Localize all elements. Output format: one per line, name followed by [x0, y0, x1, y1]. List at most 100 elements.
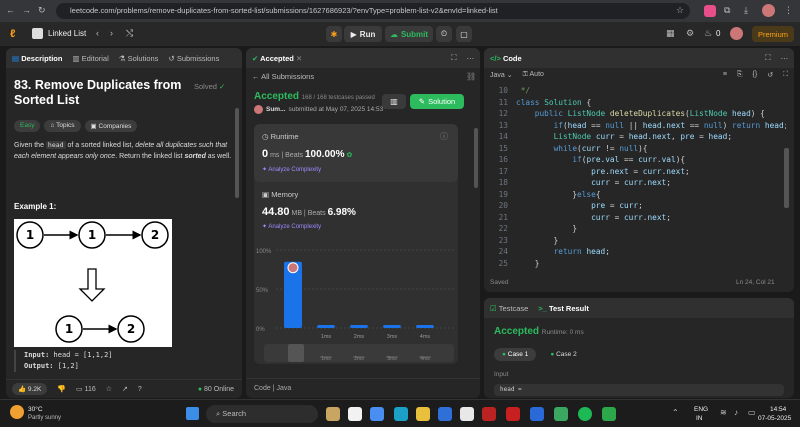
more-icon[interactable]: ⋯: [781, 54, 789, 63]
star-icon[interactable]: ☆: [676, 5, 684, 16]
tab-editorial[interactable]: ▥ Editorial: [72, 54, 108, 63]
code-line[interactable]: 25 }: [488, 258, 786, 270]
extension-icon[interactable]: [704, 5, 716, 17]
language-indicator[interactable]: ENG: [694, 406, 708, 413]
clock-time[interactable]: 14:54: [770, 406, 786, 413]
share-icon[interactable]: ↗: [122, 385, 128, 393]
all-submissions-link[interactable]: ← All Submissions: [252, 72, 314, 81]
editor-scrollbar[interactable]: [784, 148, 789, 208]
wifi-icon[interactable]: ≋: [720, 408, 727, 417]
chrome-icon[interactable]: [460, 407, 474, 421]
app-icon-5[interactable]: [506, 407, 520, 421]
tab-submissions[interactable]: ↺ Submissions: [168, 54, 219, 63]
like-button[interactable]: 👍 9.2K: [12, 383, 48, 395]
store-icon[interactable]: [438, 407, 452, 421]
debug-button[interactable]: ✱: [326, 26, 342, 42]
expand-icon[interactable]: ⛶: [451, 53, 456, 63]
code-line[interactable]: 21 curr = curr.next;: [488, 212, 786, 224]
code-line[interactable]: 23 }: [488, 235, 786, 247]
code-line[interactable]: 14 ListNode curr = head.next, pre = head…: [488, 131, 786, 143]
submission-scrollbar[interactable]: [474, 128, 478, 188]
profile-avatar[interactable]: [762, 4, 775, 17]
weather-icon[interactable]: [10, 405, 24, 419]
tray-chevron-icon[interactable]: ⌃: [672, 408, 679, 417]
star-icon[interactable]: ☆: [106, 385, 112, 393]
solution-button[interactable]: ✎ Solution: [410, 94, 464, 109]
next-problem-icon[interactable]: ›: [110, 28, 113, 38]
dislike-icon[interactable]: 👎: [57, 385, 66, 393]
settings-icon[interactable]: ⚙: [686, 28, 694, 39]
app-icon-8[interactable]: [602, 407, 616, 421]
prev-problem-icon[interactable]: ‹: [96, 28, 99, 38]
notes-button[interactable]: ▢: [456, 26, 472, 42]
tab-description[interactable]: ▤ Description: [12, 54, 62, 63]
reset-icon[interactable]: ↺: [767, 71, 773, 79]
app-icon-6[interactable]: [530, 407, 544, 421]
edge-icon[interactable]: [394, 407, 408, 421]
expand-icon[interactable]: ⛶: [765, 53, 770, 63]
analyze-memory-link[interactable]: ✦ Analyze Complexity: [262, 223, 321, 230]
taskbar-search[interactable]: ⌕ Search: [206, 405, 318, 423]
tab-code[interactable]: </> Code: [490, 54, 522, 63]
app-icon-1[interactable]: [326, 407, 340, 421]
case-2-tab[interactable]: ● Case 2: [542, 348, 584, 361]
forward-icon[interactable]: →: [22, 5, 31, 15]
code-line[interactable]: 16 if(pre.val == curr.val){: [488, 154, 786, 166]
companies-tag[interactable]: ▣ Companies: [84, 120, 138, 132]
more-icon[interactable]: ⋯: [467, 54, 475, 63]
menu-icon[interactable]: ⋮: [784, 5, 793, 16]
puzzle-icon[interactable]: ⧉: [724, 5, 730, 16]
case-1-tab[interactable]: ● Case 1: [494, 348, 537, 361]
tab-solutions[interactable]: ⚗ Solutions: [119, 54, 159, 63]
leetcode-logo-icon[interactable]: ℓ: [10, 28, 15, 40]
code-editor[interactable]: 10 */11 class Solution {12 public ListNod…: [488, 85, 786, 271]
link-icon[interactable]: ⛓: [466, 72, 476, 81]
download-icon[interactable]: ⤓: [744, 5, 748, 16]
difficulty-tag[interactable]: Easy: [14, 120, 41, 132]
app-icon-3[interactable]: [370, 407, 384, 421]
comments-button[interactable]: ▭ 116: [76, 385, 96, 393]
code-line[interactable]: 22 }: [488, 223, 786, 235]
problem-list-link[interactable]: Linked List: [48, 29, 86, 38]
spotify-icon[interactable]: [578, 407, 592, 421]
code-line[interactable]: 15 while(curr != null){: [488, 143, 786, 155]
address-bar[interactable]: leetcode.com/problems/remove-duplicates-…: [56, 3, 690, 19]
timer-button[interactable]: ⏲: [436, 26, 452, 42]
file-explorer-icon[interactable]: [416, 407, 430, 421]
code-line[interactable]: 13 if(head == null || head.next == null)…: [488, 120, 786, 132]
format-icon[interactable]: ≡: [723, 71, 727, 79]
code-line[interactable]: 19 }else{: [488, 189, 786, 201]
code-line[interactable]: 17 pre.next = curr.next;: [488, 166, 786, 178]
volume-icon[interactable]: ♪: [734, 408, 738, 417]
reload-icon[interactable]: ↻: [38, 5, 46, 16]
code-line[interactable]: 12 public ListNode deleteDuplicates(List…: [488, 108, 786, 120]
app-icon-7[interactable]: [554, 407, 568, 421]
code-line[interactable]: 20 pre = curr;: [488, 200, 786, 212]
runtime-card[interactable]: ◷ Runtime ⓘ 0 ms | Beats 100.00% ✿ ✦ Ana…: [254, 124, 458, 182]
analyze-runtime-link[interactable]: ✦ Analyze Complexity: [262, 166, 321, 173]
tab-accepted[interactable]: ✔ Accepted ✕: [252, 54, 302, 63]
language-select[interactable]: Java ⌄: [490, 71, 513, 79]
submit-button[interactable]: ☁ Submit: [385, 26, 433, 42]
battery-icon[interactable]: ▭: [748, 408, 756, 417]
info-icon[interactable]: ⓘ: [440, 131, 448, 142]
help-icon[interactable]: ?: [138, 386, 142, 393]
description-scrollbar[interactable]: [235, 108, 239, 198]
code-line[interactable]: 10 */: [488, 85, 786, 97]
code-line[interactable]: 11 class Solution {: [488, 97, 786, 109]
shuffle-icon[interactable]: ⤭: [126, 28, 133, 39]
layout-icon[interactable]: ▦: [666, 28, 675, 39]
user-avatar[interactable]: [730, 27, 743, 40]
fullscreen-icon[interactable]: ⛶: [783, 71, 788, 79]
code-line[interactable]: 24 return head;: [488, 246, 786, 258]
premium-button[interactable]: Premium: [752, 26, 794, 42]
topics-tag[interactable]: ⌂ Topics: [44, 120, 81, 132]
auto-toggle[interactable]: ⚿ Auto: [523, 71, 544, 79]
code-line[interactable]: 18 curr = curr.next;: [488, 177, 786, 189]
tab-testcase[interactable]: ☑ Testcase: [490, 304, 528, 313]
app-icon-2[interactable]: [348, 407, 362, 421]
windows-start-icon[interactable]: [186, 407, 199, 420]
bookmark-icon[interactable]: ⎘: [737, 71, 743, 79]
close-tab-icon[interactable]: ✕: [296, 54, 302, 63]
back-icon[interactable]: ←: [6, 5, 15, 15]
